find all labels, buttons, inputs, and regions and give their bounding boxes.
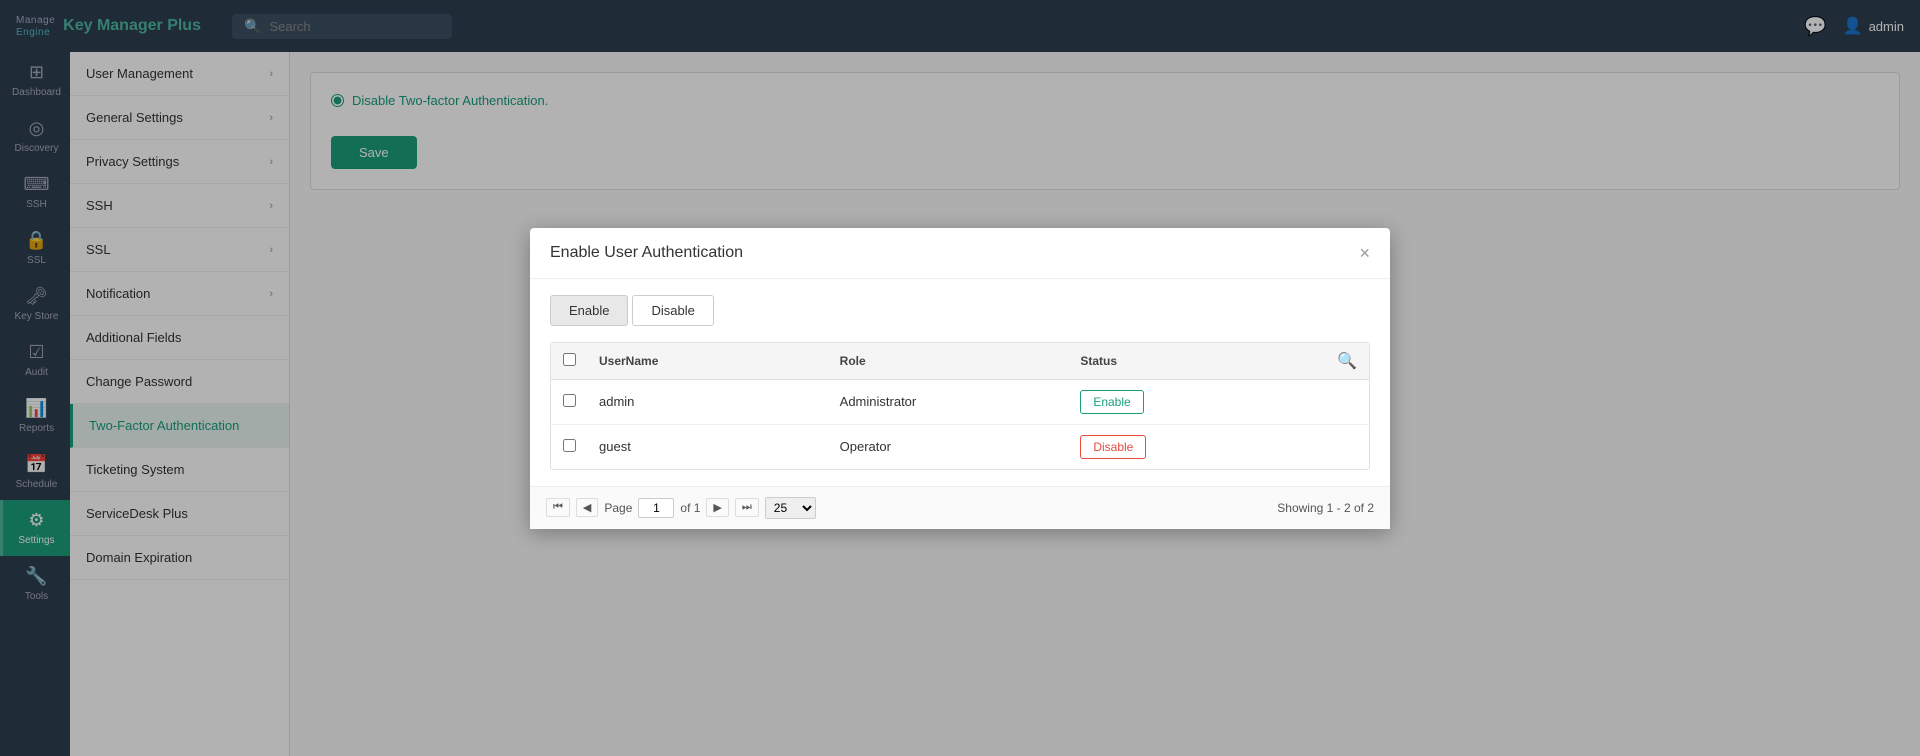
modal: Enable User Authentication × Enable Disa… [530,228,1390,529]
modal-overlay: Enable User Authentication × Enable Disa… [0,0,1920,756]
page-label: Page [604,501,632,515]
users-table: UserName Role Status 🔍 admin Administrat… [550,342,1370,470]
row-guest-status-cell: Disable [1080,435,1321,459]
showing-label: Showing 1 - 2 of 2 [1277,501,1374,515]
modal-title: Enable User Authentication [550,244,743,262]
table-search-icon[interactable]: 🔍 [1337,353,1357,370]
tab-bar: Enable Disable [550,295,1370,326]
row-admin-checkbox-cell [563,394,599,410]
page-input[interactable] [638,498,674,518]
header-status: Status [1080,354,1321,368]
modal-header: Enable User Authentication × [530,228,1390,279]
guest-disable-button[interactable]: Disable [1080,435,1146,459]
first-page-button[interactable]: ⏮ [546,498,570,517]
row-admin-username: admin [599,394,840,409]
pagination: ⏮ ◀ Page of 1 ▶ ⏭ 25 50 100 Showing 1 - … [530,486,1390,529]
row-admin-checkbox[interactable] [563,394,576,407]
prev-page-button[interactable]: ◀ [576,498,598,517]
disable-tab-button[interactable]: Disable [632,295,713,326]
header-search-cell: 🔍 [1321,351,1357,371]
row-guest-username: guest [599,439,840,454]
admin-enable-button[interactable]: Enable [1080,390,1143,414]
last-page-button[interactable]: ⏭ [735,498,759,517]
header-checkbox-cell [563,353,599,369]
modal-close-button[interactable]: × [1359,244,1370,262]
enable-tab-button[interactable]: Enable [550,295,628,326]
page-size-select[interactable]: 25 50 100 [765,497,816,519]
table-row: guest Operator Disable [551,425,1369,469]
table-header: UserName Role Status 🔍 [551,343,1369,380]
row-guest-checkbox[interactable] [563,439,576,452]
pagination-controls: ⏮ ◀ Page of 1 ▶ ⏭ 25 50 100 [546,497,816,519]
modal-body: Enable Disable UserName Role Status 🔍 [530,279,1390,486]
next-page-button[interactable]: ▶ [706,498,728,517]
of-label: of 1 [680,501,700,515]
row-guest-role: Operator [840,439,1081,454]
header-username: UserName [599,354,840,368]
header-role: Role [840,354,1081,368]
select-all-checkbox[interactable] [563,353,576,366]
row-guest-checkbox-cell [563,439,599,455]
table-row: admin Administrator Enable [551,380,1369,425]
row-admin-role: Administrator [840,394,1081,409]
row-admin-status-cell: Enable [1080,390,1321,414]
